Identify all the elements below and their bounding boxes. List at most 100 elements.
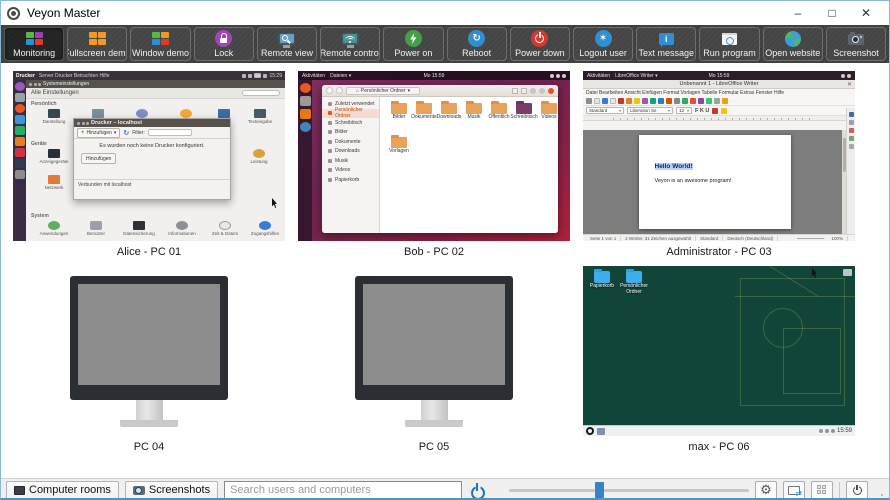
- calc-icon: [15, 126, 25, 135]
- remote-tray: De 15:29: [242, 73, 282, 79]
- display-icon: [48, 109, 60, 118]
- sidebar-item: Dokumente: [322, 137, 379, 147]
- search-input[interactable]: [224, 481, 462, 499]
- files-content: Bilder Dokumente Downloads Musik Öffentl…: [380, 97, 558, 233]
- run-program-button[interactable]: Run program: [699, 27, 759, 61]
- computer-thumbnail-max[interactable]: Papierkorb Persönlicher Ordner 15:59: [583, 266, 855, 436]
- open-website-button[interactable]: Open website: [763, 27, 823, 61]
- power-settings-icon: [253, 149, 265, 158]
- blueprint-decoration: [783, 328, 841, 394]
- folder-icon: [541, 103, 557, 114]
- power-on-button[interactable]: Power on: [383, 27, 443, 61]
- logout-user-button[interactable]: ✶ Logout user: [573, 27, 633, 61]
- window-title: Veyon Master: [27, 6, 781, 20]
- document-area: Hello World! Veyon is an awesome program…: [583, 130, 846, 234]
- settings-item-texteingabe: Texteingabe: [240, 109, 280, 124]
- add-printer-button: + Hinzufügen ▾: [77, 128, 120, 138]
- window-buttons: [29, 83, 41, 86]
- sidebar-icon: [849, 112, 854, 117]
- folder-icon: [391, 103, 407, 114]
- caret-down-icon: ▾: [408, 88, 411, 94]
- power-down-button[interactable]: Power down: [510, 27, 570, 61]
- settings-item: [78, 109, 118, 118]
- remote-view-icon: [278, 31, 295, 47]
- monitor-arrows-icon: ⇄: [788, 486, 800, 495]
- sidebar-item: Schreibtisch: [322, 118, 379, 128]
- printers-body: Es wurden noch keine Drucker konfigurier…: [74, 139, 230, 179]
- reboot-button[interactable]: ↻ Reboot: [447, 27, 507, 61]
- zoom-control: 100%: [793, 236, 852, 241]
- computer-rooms-button[interactable]: Computer rooms: [6, 481, 119, 500]
- gear-icon: ⚙: [760, 484, 772, 497]
- logout-user-icon: ✶: [595, 31, 612, 47]
- custom-arrangement-button[interactable]: ⇄: [783, 481, 805, 500]
- fullscreen-demo-button[interactable]: Fullscreen demo: [67, 27, 127, 61]
- minimize-button[interactable]: –: [781, 1, 815, 25]
- computer-rooms-icon: [14, 486, 25, 495]
- paragraph-style-combo: Standard▾: [586, 107, 624, 114]
- minimize-icon: [530, 88, 536, 94]
- powered-on-filter-button[interactable]: [468, 481, 486, 499]
- lock-button[interactable]: Lock: [194, 27, 254, 61]
- computer-caption: PC 04: [13, 436, 285, 453]
- run-program-icon: [722, 31, 737, 47]
- veyon-master-window: Veyon Master – □ ✕ Monitoring Fullscreen…: [0, 0, 890, 500]
- settings-item-anzeige: Anzeigegeräte: [34, 149, 74, 164]
- printers-dialog: Drucker – localhost + Hinzufügen ▾ ↻ Fil…: [73, 118, 231, 200]
- security-icon: [218, 109, 230, 118]
- maximize-button[interactable]: □: [815, 1, 849, 25]
- computer-cell-alice: Drucker Server Drucker Betrachten Hilfe …: [13, 71, 298, 266]
- reboot-icon: ↻: [468, 31, 485, 47]
- settings-item-system: Benutzer: [76, 221, 116, 236]
- bottom-statusbar: Computer rooms Screenshots ⚙ ⇄: [1, 478, 889, 500]
- writer-icon: [15, 115, 25, 124]
- font-size-combo: 12▾: [676, 107, 692, 114]
- selected-text: Hello World!: [655, 163, 693, 170]
- folder-icon: [441, 103, 457, 114]
- settings-titlebar: Systemeinstellungen: [26, 80, 285, 88]
- thumbnail-size-slider[interactable]: [509, 481, 749, 499]
- keyboard-layout-badge: De: [254, 73, 261, 78]
- computer-thumbnail-pc04[interactable]: [13, 266, 285, 436]
- network-icon: [248, 74, 252, 78]
- veyon-logo-icon: [7, 7, 20, 20]
- computer-thumbnail-admin[interactable]: Aktivitäten LibreOffice Writer ▾ Mo 15:5…: [583, 71, 855, 241]
- printer-icon: [15, 159, 25, 168]
- refresh-icon: ↻: [123, 129, 129, 137]
- add-printer-button-2: Hinzufügen: [81, 153, 116, 164]
- section-system: System: [31, 213, 49, 219]
- align-to-grid-button[interactable]: [811, 481, 833, 500]
- screenshot-icon: [848, 31, 864, 47]
- power-icon: [847, 74, 851, 78]
- caret-down-icon: ▾: [114, 130, 117, 136]
- users-icon: [90, 221, 102, 230]
- screenshots-button[interactable]: Screenshots: [125, 481, 218, 500]
- window-demo-button[interactable]: Window demo: [130, 27, 190, 61]
- settings-item-system: Anwendungen: [34, 221, 74, 236]
- titlebar: Veyon Master – □ ✕: [1, 1, 889, 25]
- slider-handle[interactable]: [595, 482, 604, 498]
- computer-cell-pc05: PC 05: [298, 266, 583, 461]
- close-button[interactable]: ✕: [849, 1, 883, 25]
- resize-grip[interactable]: [874, 487, 884, 500]
- amazon-icon: [300, 109, 311, 119]
- power-state-button[interactable]: [846, 481, 868, 500]
- computer-thumbnail-pc05[interactable]: [298, 266, 570, 436]
- remote-menubar: Drucker Server Drucker Betrachten Hilfe …: [13, 71, 285, 80]
- view-toggle-icon: [521, 88, 527, 94]
- remote-app-menu: Drucker: [16, 73, 35, 79]
- settings-item-leistung: Leistung: [239, 149, 279, 164]
- tray-icon: [825, 429, 829, 433]
- monitoring-button[interactable]: Monitoring: [4, 27, 64, 61]
- screenshot-button[interactable]: Screenshot: [826, 27, 886, 61]
- remote-control-button[interactable]: Remote control: [320, 27, 380, 61]
- text-message-button[interactable]: i Text message: [636, 27, 696, 61]
- remote-view-button[interactable]: Remote view: [257, 27, 317, 61]
- libreoffice-format-bar: Standard▾ Liberation Se▾ 12▾ F K U: [583, 106, 855, 116]
- tray-icon: [819, 429, 823, 433]
- computer-thumbnail-alice[interactable]: Drucker Server Drucker Betrachten Hilfe …: [13, 71, 285, 241]
- auto-adjust-size-button[interactable]: ⚙: [755, 481, 777, 500]
- grid-icon: [817, 485, 828, 496]
- computer-thumbnail-bob[interactable]: Aktivitäten Dateien ▾ Mo 15:59: [298, 71, 570, 241]
- help-icon: [300, 122, 311, 132]
